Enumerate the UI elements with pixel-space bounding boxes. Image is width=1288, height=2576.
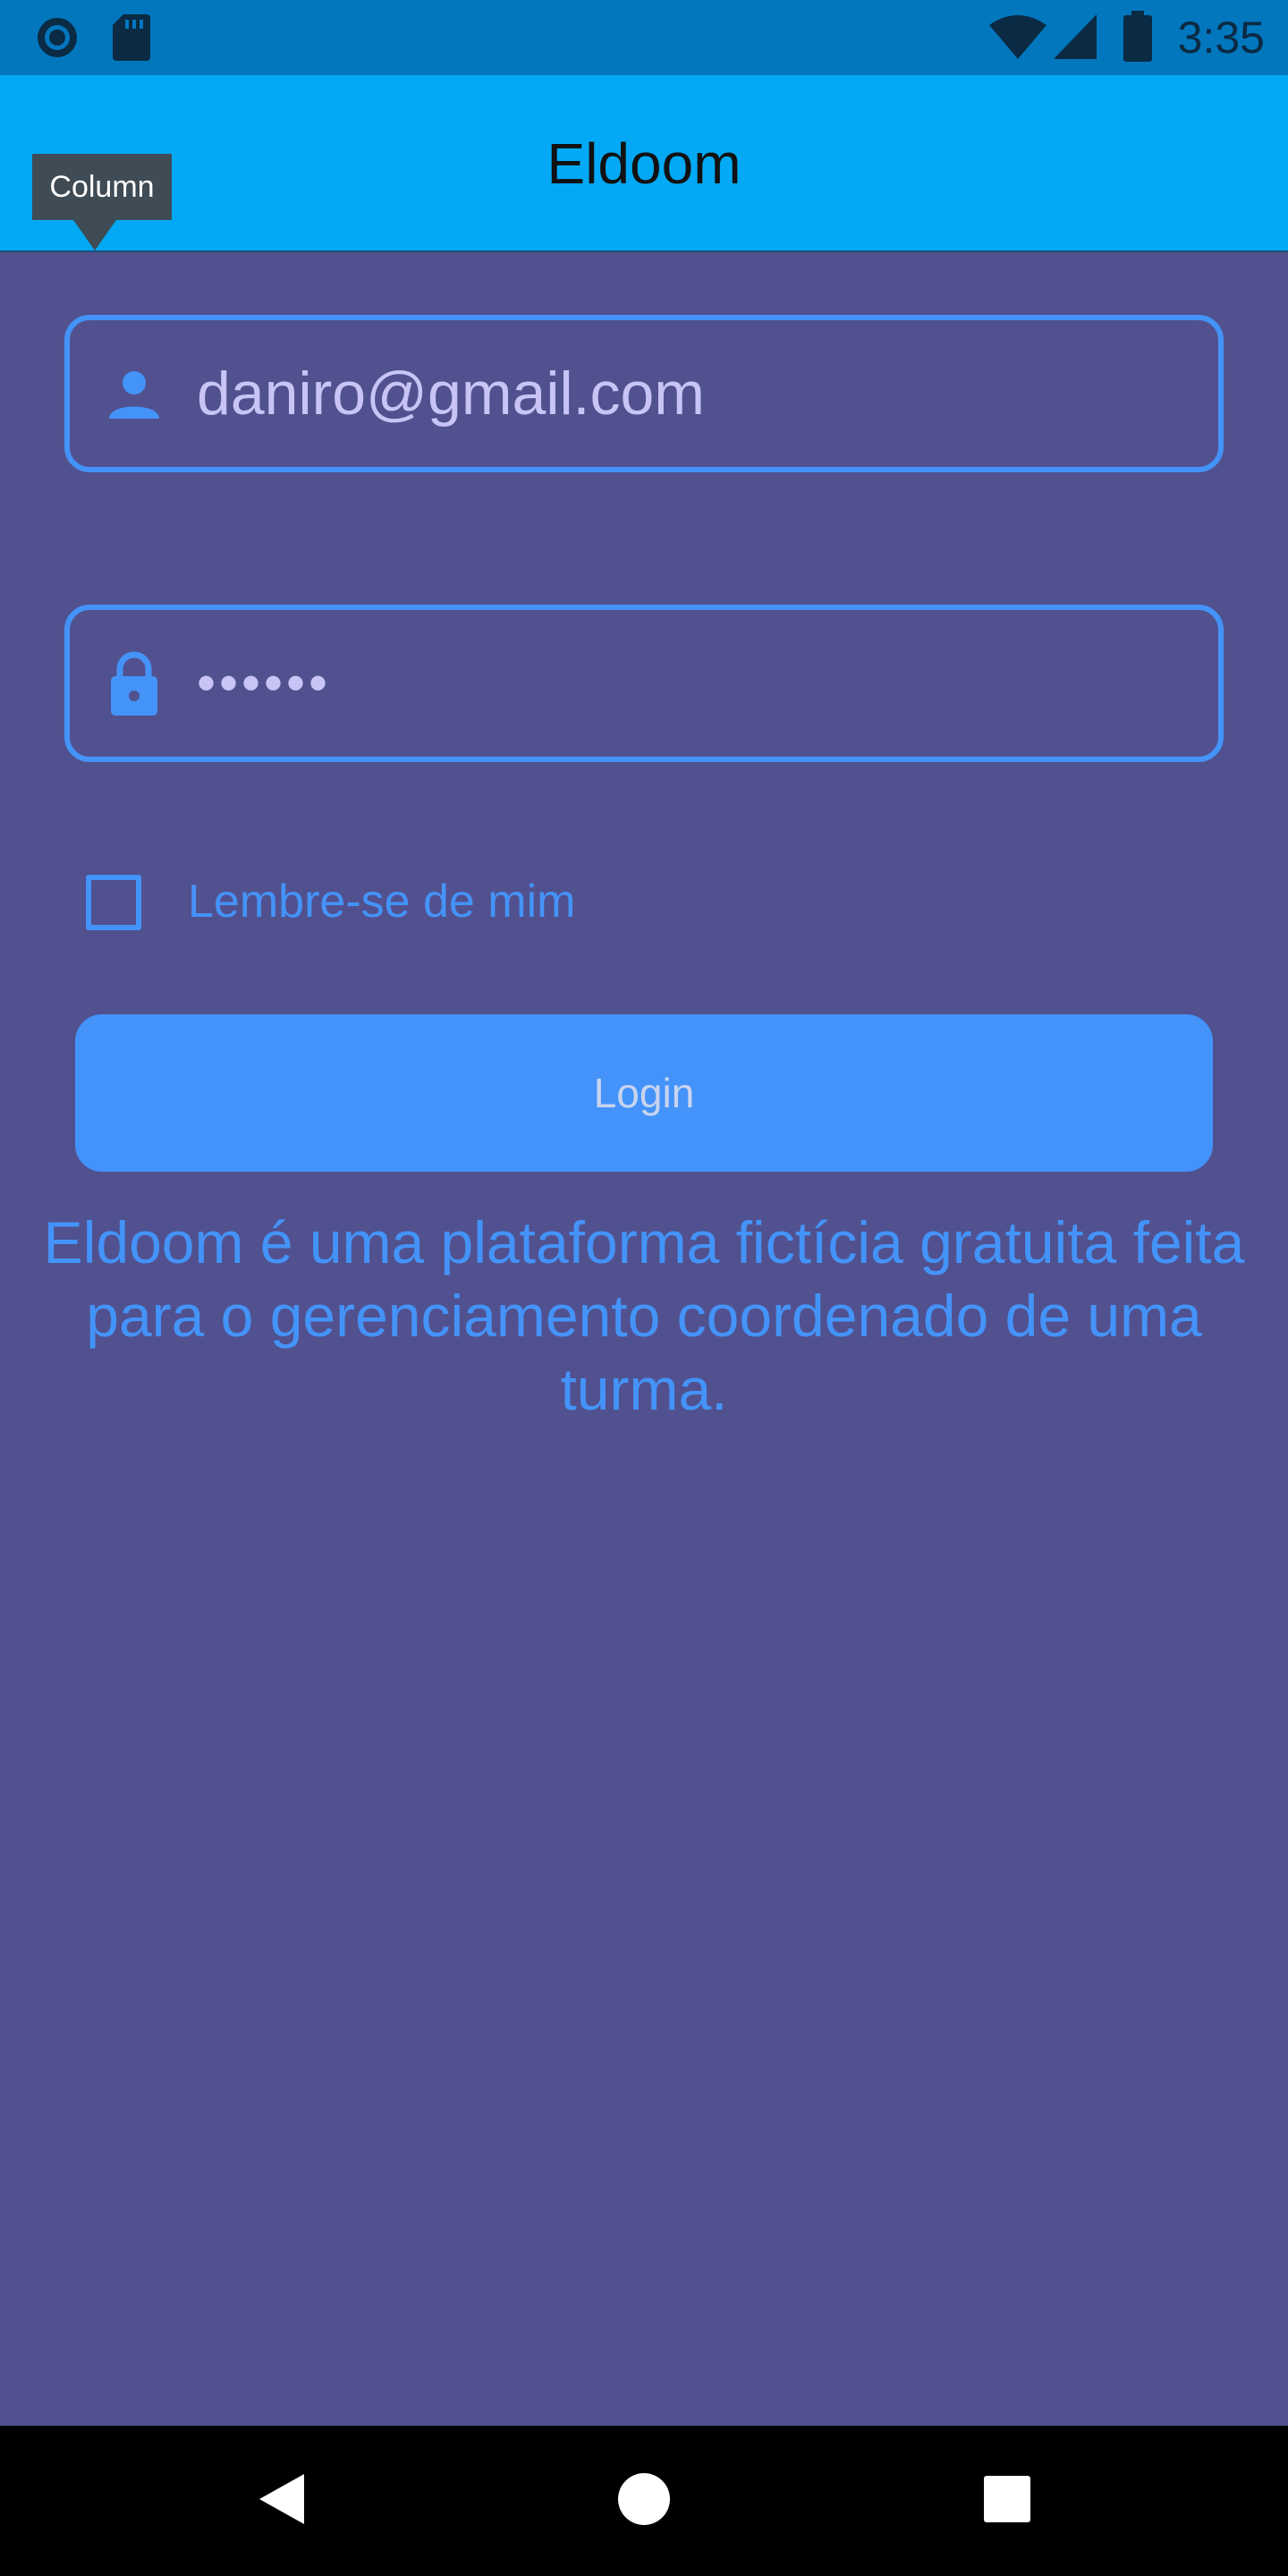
lock-icon xyxy=(106,649,163,716)
home-icon[interactable] xyxy=(617,2470,671,2532)
password-field[interactable]: •••••• xyxy=(64,605,1224,762)
status-bar: 3:35 xyxy=(0,0,1288,75)
recents-icon[interactable] xyxy=(982,2474,1032,2529)
back-icon[interactable] xyxy=(256,2470,308,2532)
battery-icon xyxy=(1122,11,1154,67)
wifi-icon xyxy=(987,14,1048,65)
navigation-bar xyxy=(0,2426,1288,2576)
app-title: Eldoom xyxy=(547,131,741,196)
email-field[interactable]: daniro@gmail.com xyxy=(64,315,1224,472)
status-time: 3:35 xyxy=(1177,13,1265,63)
tooltip-arrow xyxy=(73,220,116,250)
app-description: Eldoom é uma plataforma fictícia gratuit… xyxy=(43,1209,1245,1422)
circle-notification-icon xyxy=(32,13,82,67)
person-icon xyxy=(106,367,163,424)
app-screen: 3:35 Eldoom Column daniro@gmail.com ••••… xyxy=(0,0,1288,2576)
tooltip: Column xyxy=(32,154,172,220)
remember-me-checkbox[interactable] xyxy=(86,875,141,930)
email-value: daniro@gmail.com xyxy=(197,360,705,428)
remember-me-label[interactable]: Lembre-se de mim xyxy=(188,868,575,936)
password-value: •••••• xyxy=(197,653,332,713)
app-bar: Eldoom xyxy=(0,75,1288,252)
login-button[interactable]: Login xyxy=(75,1014,1213,1172)
cell-signal-icon xyxy=(1052,13,1098,65)
sd-card-icon xyxy=(111,13,152,67)
